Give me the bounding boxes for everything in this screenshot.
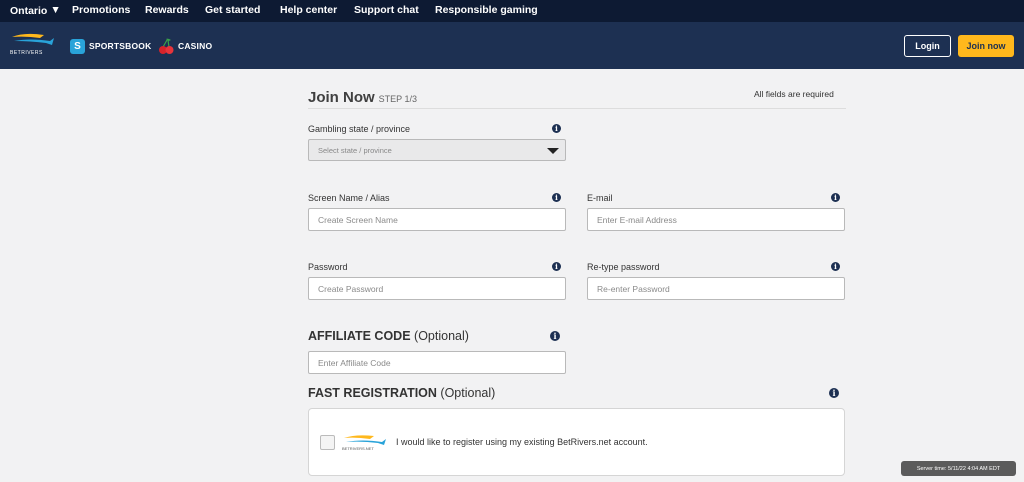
site-header: BETRIVERS S SPORTSBOOK CASINO Login Join…: [0, 22, 1024, 69]
email-label: E-mail: [587, 193, 613, 203]
sportsbook-link[interactable]: S SPORTSBOOK: [70, 38, 151, 54]
email-input[interactable]: Enter E-mail Address: [587, 208, 845, 231]
info-icon[interactable]: i: [552, 124, 561, 133]
betrivers-logo-mark: [12, 33, 54, 45]
affiliate-optional: (Optional): [414, 329, 469, 343]
top-nav: Ontario ▼ Promotions Rewards Get started …: [0, 0, 1024, 22]
info-icon[interactable]: i: [552, 193, 561, 202]
email-placeholder: Enter E-mail Address: [597, 214, 677, 225]
fast-registration-heading: FAST REGISTRATION (Optional): [308, 386, 495, 400]
screen-name-label: Screen Name / Alias: [308, 193, 390, 203]
affiliate-heading: AFFILIATE CODE (Optional): [308, 329, 469, 343]
affiliate-code-placeholder: Enter Affiliate Code: [318, 357, 391, 368]
cherries-icon: [159, 38, 174, 54]
nav-link-help-center[interactable]: Help center: [280, 4, 337, 16]
state-select-value: Select state / province: [318, 145, 392, 155]
casino-link[interactable]: CASINO: [157, 38, 212, 54]
password-input[interactable]: Create Password: [308, 277, 566, 300]
nav-link-support-chat[interactable]: Support chat: [354, 4, 419, 16]
betrivers-net-logo-text: BETRIVERS.NET: [342, 446, 374, 451]
fast-registration-checkbox[interactable]: [320, 435, 335, 450]
fast-registration-heading-text: FAST REGISTRATION: [308, 386, 437, 400]
retype-password-input[interactable]: Re-enter Password: [587, 277, 845, 300]
fast-registration-box: BETRIVERS.NET I would like to register u…: [308, 408, 845, 476]
nav-link-rewards[interactable]: Rewards: [145, 4, 189, 16]
betrivers-net-logo-mark: [344, 435, 386, 445]
login-button[interactable]: Login: [904, 35, 951, 57]
info-icon[interactable]: i: [831, 262, 840, 271]
sportsbook-icon: S: [70, 38, 85, 54]
page-title-text: Join Now: [308, 89, 375, 106]
state-select[interactable]: Select state / province: [308, 139, 566, 161]
join-now-button[interactable]: Join now: [958, 35, 1014, 57]
info-icon[interactable]: i: [829, 388, 839, 398]
title-divider: [308, 108, 846, 109]
sportsbook-label: SPORTSBOOK: [89, 41, 152, 51]
state-label: Gambling state / province: [308, 124, 411, 134]
password-placeholder: Create Password: [318, 283, 384, 294]
page-title: Join Now STEP 1/3: [308, 89, 417, 106]
retype-password-placeholder: Re-enter Password: [597, 283, 670, 294]
retype-password-label: Re-type password: [587, 262, 660, 272]
nav-link-promotions[interactable]: Promotions: [72, 4, 130, 16]
casino-label: CASINO: [178, 41, 213, 51]
nav-link-responsible-gaming[interactable]: Responsible gaming: [435, 4, 538, 16]
password-label: Password: [308, 262, 348, 272]
required-note: All fields are required: [754, 89, 834, 99]
affiliate-heading-text: AFFILIATE CODE: [308, 329, 411, 343]
logo-text: BETRIVERS: [10, 50, 43, 56]
fast-registration-optional: (Optional): [440, 386, 496, 400]
nav-link-get-started[interactable]: Get started: [205, 4, 260, 16]
chevron-down-icon: ▼: [50, 4, 61, 16]
info-icon[interactable]: i: [550, 331, 560, 341]
caret-down-icon: [547, 148, 559, 154]
region-label: Ontario: [10, 5, 48, 17]
region-selector[interactable]: Ontario ▼: [10, 4, 61, 17]
info-icon[interactable]: i: [552, 262, 561, 271]
info-icon[interactable]: i: [831, 193, 840, 202]
screen-name-input[interactable]: Create Screen Name: [308, 208, 566, 231]
server-time-badge: Server time: 5/11/22 4:04 AM EDT: [901, 461, 1016, 476]
screen-name-placeholder: Create Screen Name: [318, 214, 398, 225]
fast-registration-label[interactable]: I would like to register using my existi…: [396, 437, 648, 447]
betrivers-net-logo: BETRIVERS.NET: [342, 433, 390, 453]
affiliate-code-input[interactable]: Enter Affiliate Code: [308, 351, 566, 374]
betrivers-logo[interactable]: BETRIVERS: [10, 32, 56, 58]
step-indicator: STEP 1/3: [378, 94, 418, 104]
